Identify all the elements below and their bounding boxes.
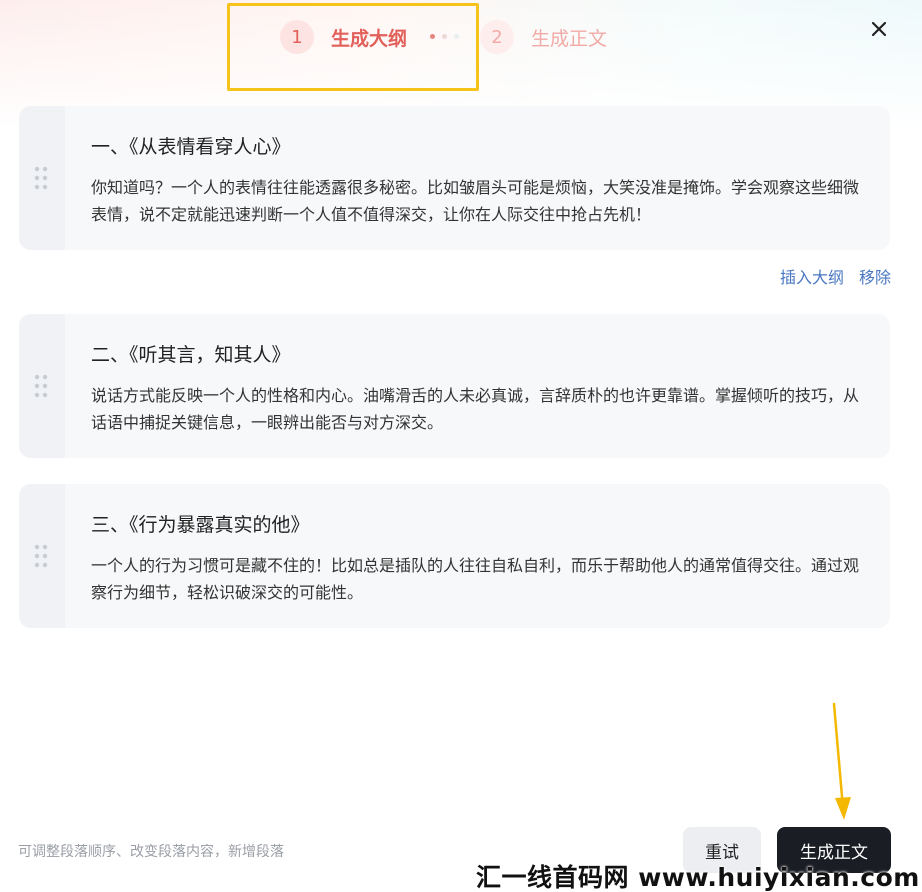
outline-body[interactable]: 说话方式能反映一个人的性格和内心。油嘴滑舌的人未必真诚，言辞质朴的也许更靠谱。掌… [91, 382, 864, 436]
outline-title[interactable]: 三、《行为暴露真实的他》 [91, 512, 864, 538]
drag-handle-icon[interactable] [19, 314, 65, 458]
footer-hint: 可调整段落顺序、改变段落内容，新增段落 [18, 844, 284, 860]
insert-outline-link[interactable]: 插入大纲 [780, 264, 844, 288]
remove-link[interactable]: 移除 [859, 264, 891, 288]
outline-card[interactable]: 一、《从表情看穿人心》 你知道吗？一个人的表情往往能透露很多秘密。比如皱眉头可能… [19, 106, 890, 250]
pointer-arrow-icon [832, 702, 851, 820]
watermark: 汇一线首码网 www.huiyixian.com [476, 863, 920, 892]
outline-body[interactable]: 一个人的行为习惯可是藏不住的！比如总是插队的人往往自私自利，而乐于帮助他人的通常… [91, 552, 864, 606]
step-indicator: 1 生成大纲 2 生成正文 [0, 0, 922, 91]
highlight-box [227, 3, 479, 91]
drag-handle-icon[interactable] [19, 106, 65, 250]
step-label: 生成正文 [531, 27, 608, 50]
close-icon[interactable] [866, 16, 892, 42]
card-actions: 插入大纲 移除 [780, 264, 891, 288]
outline-card[interactable]: 三、《行为暴露真实的他》 一个人的行为习惯可是藏不住的！比如总是插队的人往往自私… [19, 484, 890, 628]
outline-title[interactable]: 一、《从表情看穿人心》 [91, 134, 864, 160]
outline-card[interactable]: 二、《听其言，知其人》 说话方式能反映一个人的性格和内心。油嘴滑舌的人未必真诚，… [19, 314, 890, 458]
outline-body[interactable]: 你知道吗？一个人的表情往往能透露很多秘密。比如皱眉头可能是烦恼，大笑没准是掩饰。… [91, 174, 864, 228]
step-number: 2 [480, 20, 514, 54]
step-generate-body[interactable]: 2 生成正文 [480, 20, 607, 54]
drag-handle-icon[interactable] [19, 484, 65, 628]
outline-title[interactable]: 二、《听其言，知其人》 [91, 342, 864, 368]
